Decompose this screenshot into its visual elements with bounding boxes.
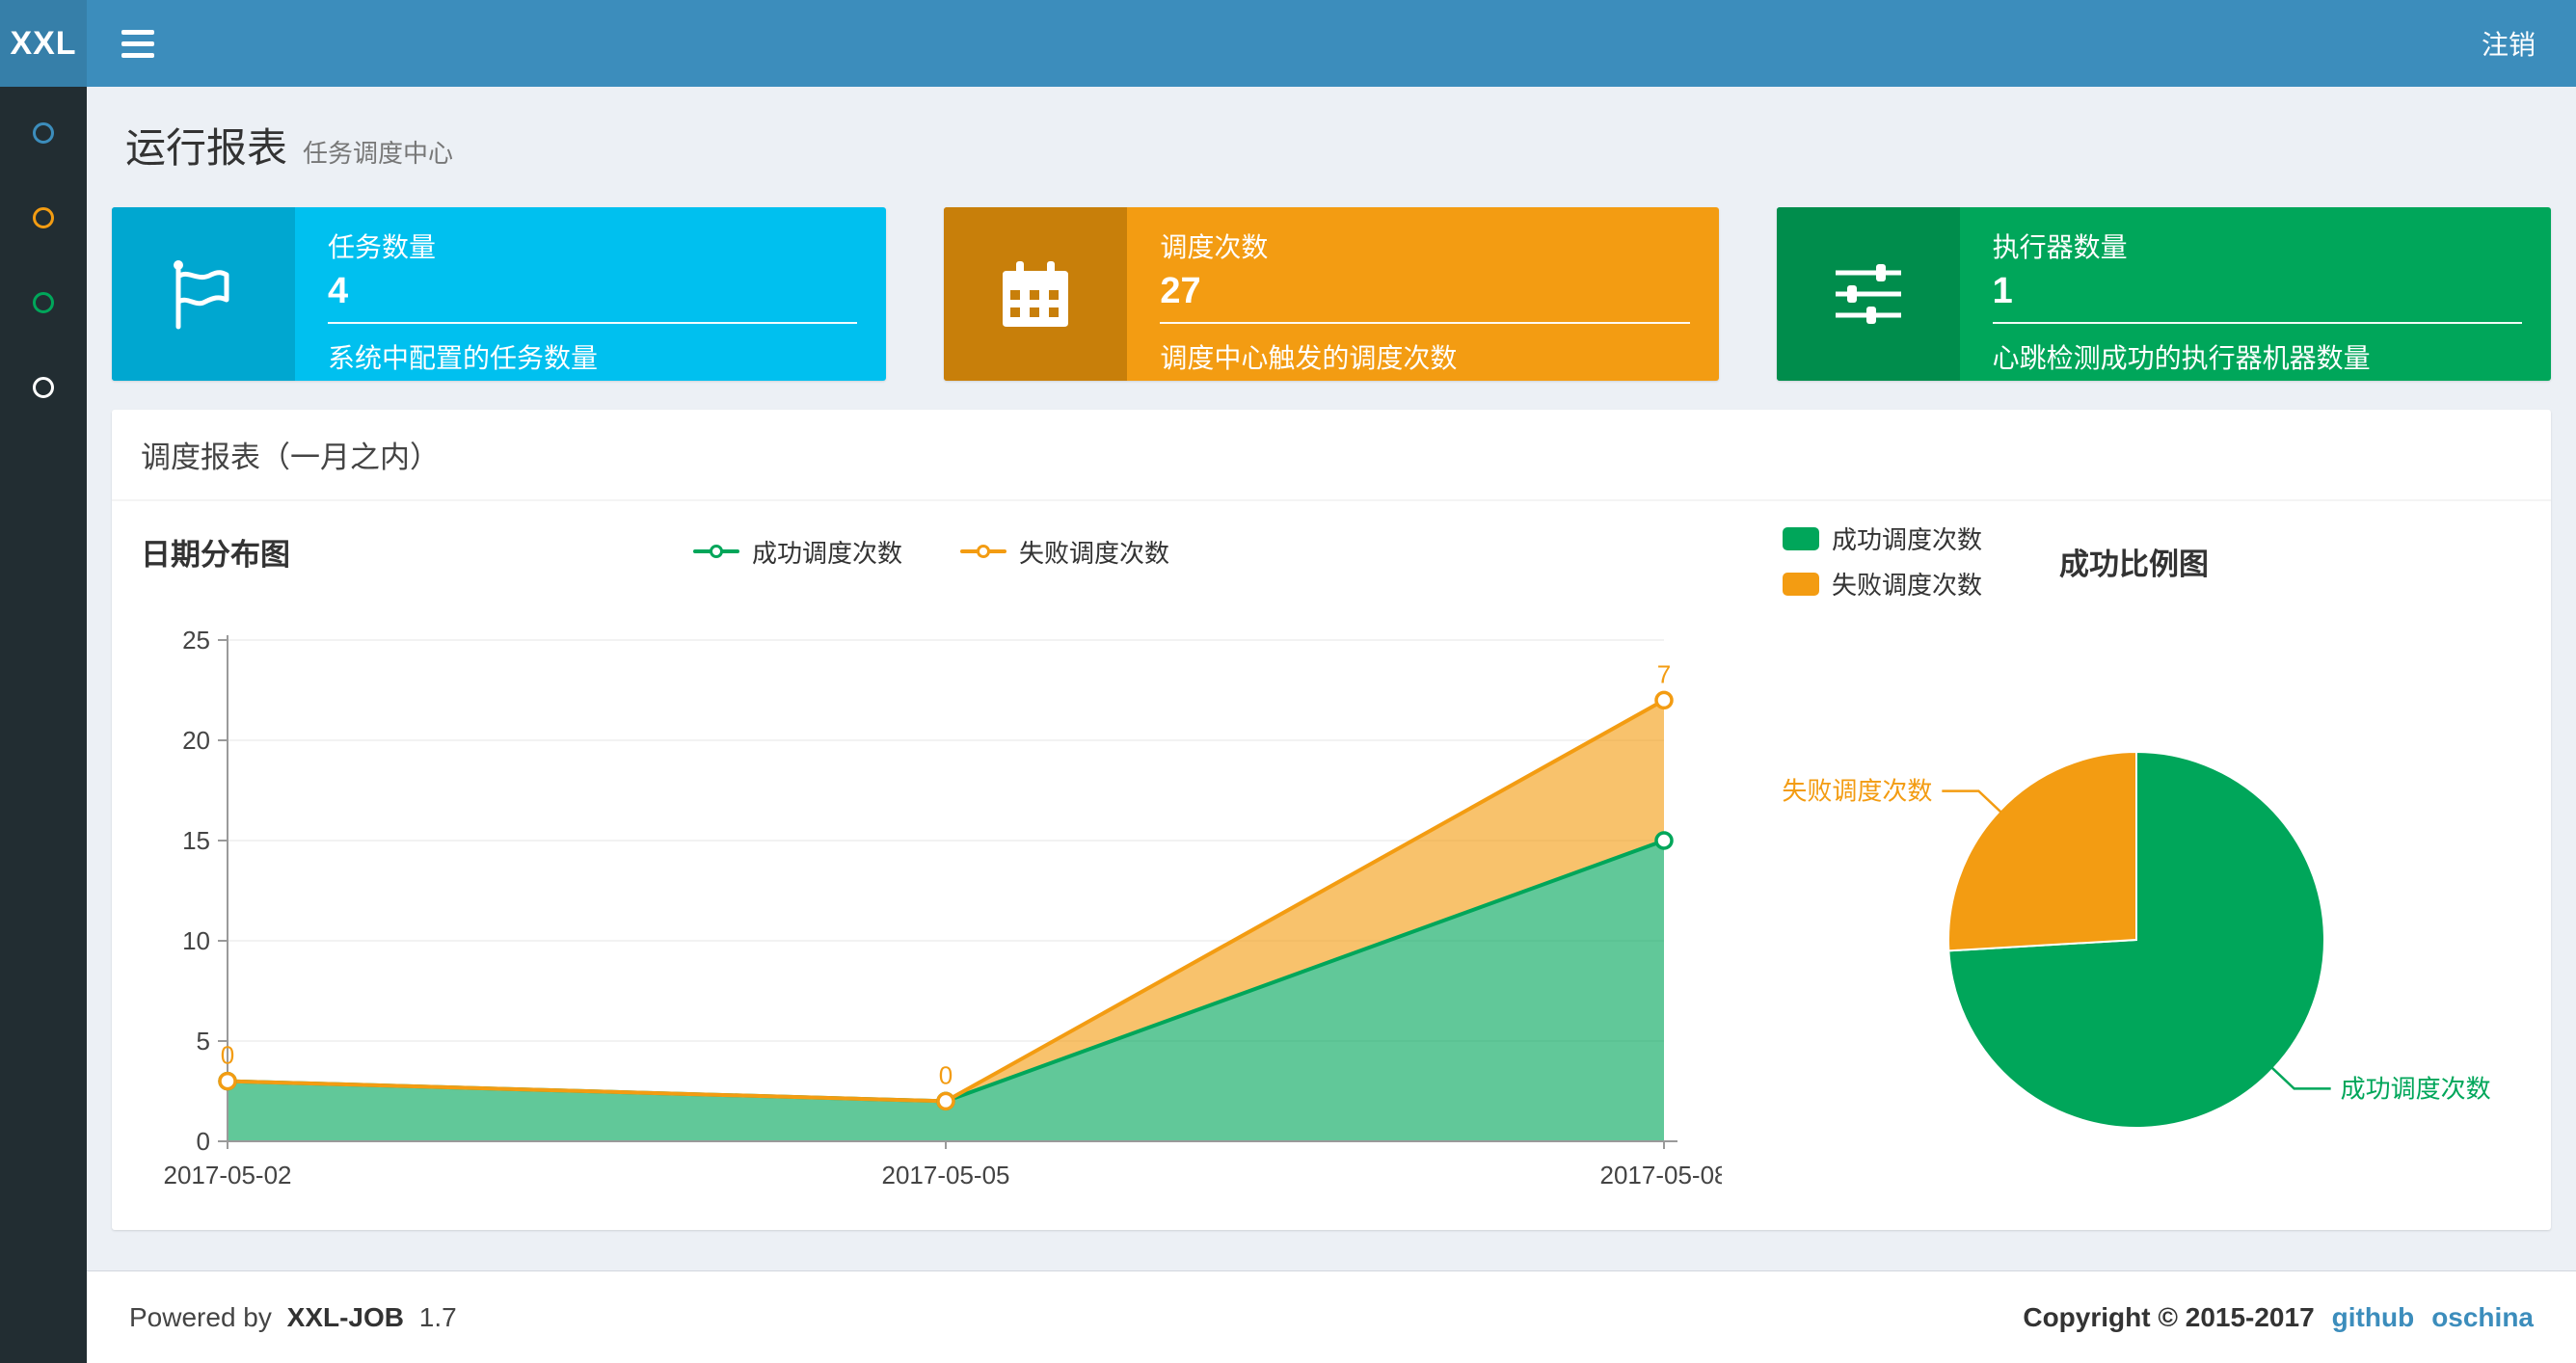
powered-by-text: Powered by XXL-JOB 1.7 (129, 1302, 465, 1333)
legend-item-success[interactable]: 成功调度次数 (1783, 521, 1982, 556)
success-ratio-chart: 成功调度次数 失败调度次数 成功比例图 成功调度次数 失败调度次数 (1751, 521, 2522, 1205)
info-box-divider (328, 322, 858, 324)
info-box-desc: 调度中心触发的调度次数 (1160, 343, 1458, 373)
pie-chart-legend: 成功调度次数 失败调度次数 (1783, 521, 1982, 601)
line-chart-svg: 05101520252017-05-02 2017-05-05 2017-05-08… (164, 626, 1729, 1189)
calendar-icon (944, 207, 1128, 381)
svg-text:2017-05-05: 2017-05-05 (882, 1161, 1010, 1189)
info-box-title: 调度次数 (1160, 232, 1269, 262)
product-name: XXL-JOB (286, 1301, 405, 1332)
page-header: 运行报表 任务调度中心 (112, 87, 2551, 174)
version-text: 1.7 (418, 1301, 457, 1332)
svg-text:0: 0 (939, 1060, 953, 1089)
svg-text:10: 10 (182, 926, 210, 955)
info-box-jobs: 任务数量 4 系统中配置的任务数量 (112, 207, 887, 381)
legend-item-success[interactable]: 成功调度次数 (692, 534, 902, 570)
svg-text:15: 15 (182, 826, 210, 855)
info-box-divider (1160, 322, 1690, 324)
panel-body: 日期分布图 成功调度次数 失败调度次数 0 5 10 15 20 25 2017… (112, 501, 2551, 1230)
legend-label: 失败调度次数 (1019, 538, 1170, 568)
page: { "theme": { "content_bg": "#ecf0f5", "n… (0, 0, 2576, 1363)
sidebar-item-4 circle-icon[interactable] (33, 377, 54, 398)
sliders-icon (1776, 207, 1960, 381)
info-box-value: 27 (1160, 271, 1201, 311)
svg-text:20: 20 (182, 726, 210, 755)
legend-item-fail[interactable]: 失败调度次数 (1783, 566, 1982, 601)
main-footer: Powered by XXL-JOB 1.7 Copyright © 2015-… (87, 1270, 2576, 1363)
pie-chart-head: 成功调度次数 失败调度次数 成功比例图 (1751, 521, 2522, 601)
line-chart-head: 日期分布图 成功调度次数 失败调度次数 (141, 521, 1722, 582)
info-box-desc: 心跳检测成功的执行器机器数量 (1992, 343, 2371, 373)
svg-text:成功调度次数: 成功调度次数 (2341, 1074, 2491, 1103)
legend-label: 成功调度次数 (1832, 525, 1983, 554)
line-marker-icon (692, 545, 739, 558)
swatch-icon (1783, 526, 1819, 550)
pie-chart-plot: 成功调度次数 失败调度次数 (1751, 607, 2522, 1205)
line-marker-icon (960, 545, 1006, 558)
info-box-triggers: 调度次数 27 调度中心触发的调度次数 (944, 207, 1719, 381)
main-content: 运行报表 任务调度中心 任务数量 4 系统中配置的任务数量 调度次数 27 调度… (87, 87, 2576, 1270)
footer-right: Copyright © 2015-2017 github oschina (2023, 1302, 2534, 1333)
svg-text:2017-05-02: 2017-05-02 (164, 1161, 292, 1189)
ring-icon (977, 545, 990, 558)
sidebar-item-2 circle-icon[interactable] (33, 207, 54, 228)
pie-chart-svg: 成功调度次数 失败调度次数 (1782, 750, 2491, 1129)
svg-text:0: 0 (197, 1127, 210, 1156)
legend-label: 成功调度次数 (751, 538, 902, 568)
legend-item-fail[interactable]: 失败调度次数 (960, 534, 1169, 570)
logout-link[interactable]: 注销 (2482, 24, 2536, 63)
sidebar-toggle-button[interactable] (121, 29, 154, 58)
app-logo[interactable]: XXL (0, 0, 87, 87)
ring-icon (709, 545, 723, 558)
hamburger-icon (121, 40, 154, 46)
flag-icon (112, 207, 295, 381)
top-navbar: XXL 注销 (0, 0, 2576, 87)
info-box-desc: 系统中配置的任务数量 (328, 343, 599, 373)
svg-text:失败调度次数: 失败调度次数 (1782, 777, 1932, 806)
svg-text:7: 7 (1657, 659, 1671, 688)
info-box-divider (1992, 322, 2522, 324)
info-box-content: 调度次数 27 调度中心触发的调度次数 (1127, 207, 1718, 381)
info-box-executors: 执行器数量 1 心跳检测成功的执行器机器数量 (1776, 207, 2551, 381)
powered-by-prefix: Powered by (129, 1301, 272, 1332)
svg-text:5: 5 (197, 1027, 210, 1056)
info-box-row: 任务数量 4 系统中配置的任务数量 调度次数 27 调度中心触发的调度次数 执行… (112, 207, 2551, 381)
legend-label: 失败调度次数 (1832, 571, 1983, 600)
pie-chart-title: 成功比例图 (2059, 547, 2210, 581)
info-box-content: 执行器数量 1 心跳检测成功的执行器机器数量 (1960, 207, 2551, 381)
hamburger-icon (121, 52, 154, 58)
line-chart-plot: 0 5 10 15 20 25 2017-05-02 2017-05-05 2017-05-08… (141, 582, 1729, 1191)
swatch-icon (1783, 572, 1819, 596)
page-title: 运行报表 (125, 125, 288, 171)
line-chart-legend: 成功调度次数 失败调度次数 (141, 534, 1722, 570)
page-subtitle: 任务调度中心 (303, 139, 454, 168)
sidebar (0, 87, 87, 1363)
copyright-text: Copyright © 2015-2017 (2023, 1301, 2315, 1332)
info-box-value: 4 (328, 271, 349, 311)
sidebar-item-1 circle-icon[interactable] (33, 122, 54, 144)
panel-title: 调度报表（一月之内） (112, 410, 2551, 501)
date-distribution-chart: 日期分布图 成功调度次数 失败调度次数 0 5 10 15 20 25 2017… (141, 521, 1729, 1205)
info-box-title: 执行器数量 (1992, 232, 2128, 262)
navbar-main: 注销 (87, 0, 2576, 87)
svg-text:2017-05-08: 2017-05-08 (1600, 1161, 1723, 1189)
oschina-link[interactable]: oschina (2431, 1302, 2534, 1333)
svg-text:25: 25 (182, 626, 210, 655)
info-box-title: 任务数量 (328, 232, 437, 262)
info-box-value: 1 (1992, 271, 2013, 311)
info-box-content: 任务数量 4 系统中配置的任务数量 (295, 207, 886, 381)
sidebar-item-3 circle-icon[interactable] (33, 292, 54, 313)
github-link[interactable]: github (2332, 1302, 2415, 1333)
report-panel: 调度报表（一月之内） 日期分布图 成功调度次数 失败调度次数 0 5 10 15… (112, 410, 2551, 1230)
hamburger-icon (121, 29, 154, 35)
svg-text:0: 0 (221, 1041, 234, 1070)
